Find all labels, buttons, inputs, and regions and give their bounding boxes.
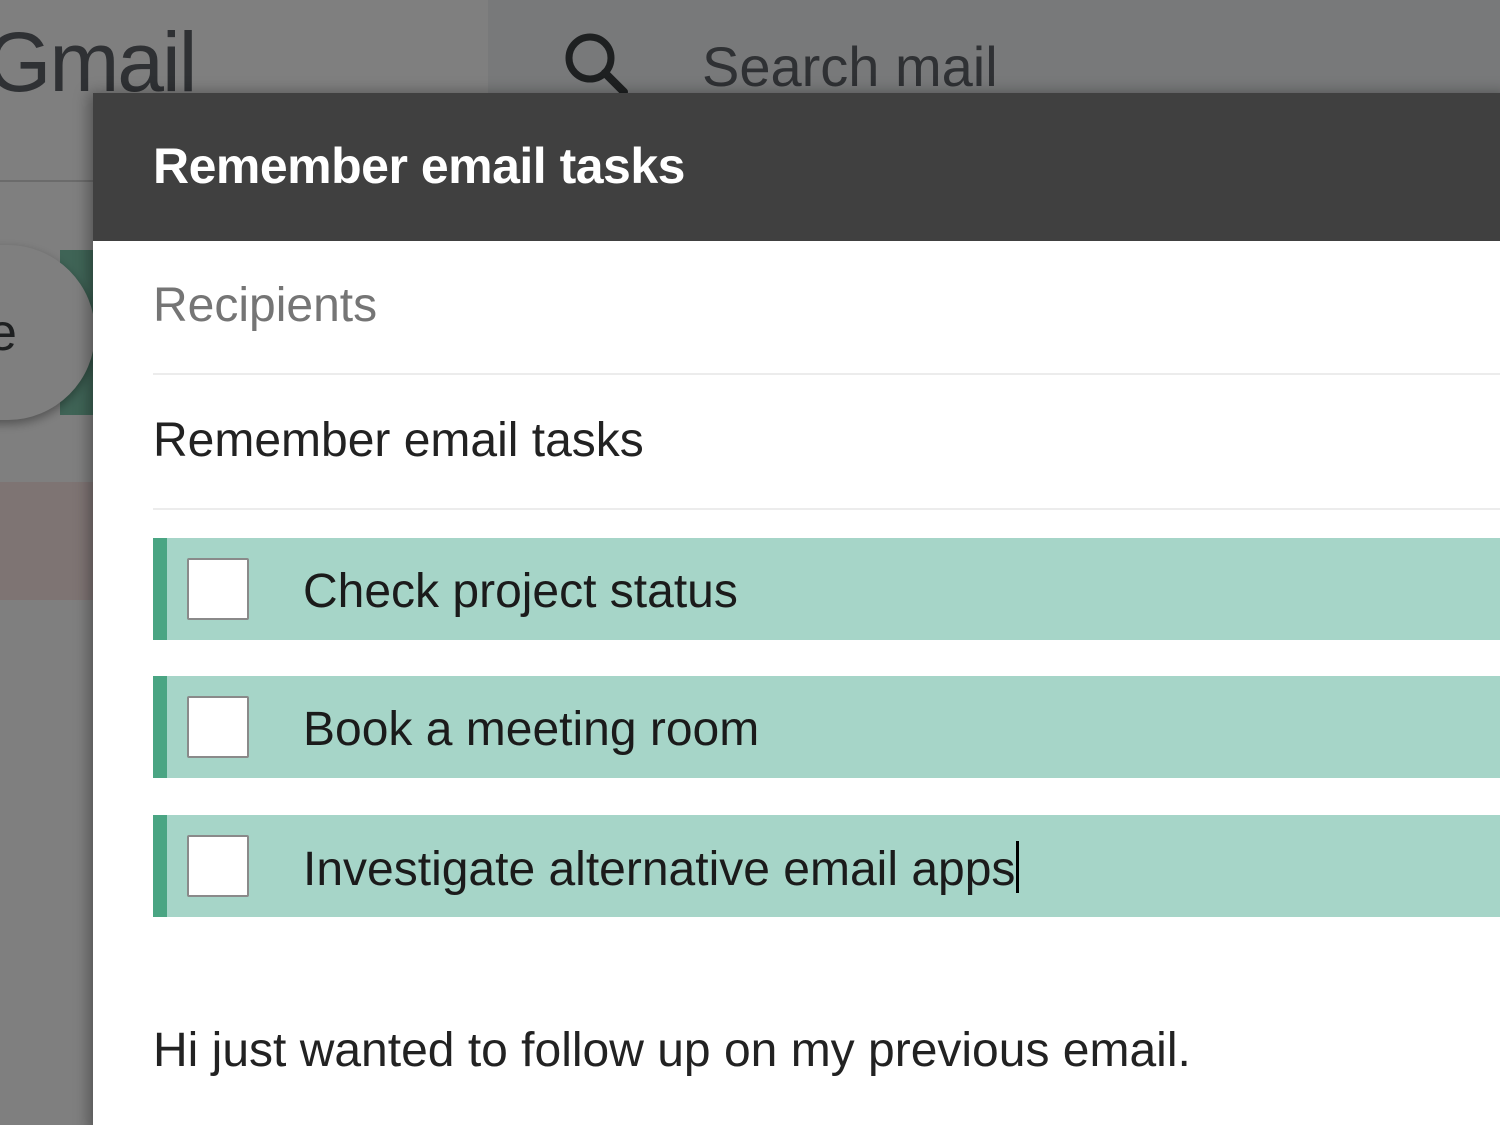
- task-label[interactable]: Check project status: [303, 564, 738, 619]
- compose-header: Remember email tasks: [93, 93, 1500, 241]
- task-label[interactable]: Book a meeting room: [303, 702, 759, 757]
- screen: Gmail Search mail e Remember email tasks…: [0, 0, 1500, 1125]
- compose-title: Remember email tasks: [153, 138, 685, 194]
- task-item[interactable]: Check project status: [153, 538, 1500, 640]
- divider: [153, 508, 1500, 510]
- task-item[interactable]: Book a meeting room: [153, 676, 1500, 778]
- task-item[interactable]: Investigate alternative email apps: [153, 815, 1500, 917]
- compose-dialog: Remember email tasks Recipients Remember…: [93, 93, 1500, 1125]
- subject-field[interactable]: Remember email tasks: [153, 413, 1500, 468]
- text-cursor: [1016, 841, 1020, 893]
- task-checkbox[interactable]: [187, 696, 249, 758]
- divider: [153, 373, 1500, 375]
- task-checkbox[interactable]: [187, 558, 249, 620]
- task-label-active[interactable]: Investigate alternative email apps: [303, 841, 1020, 897]
- recipients-field[interactable]: Recipients: [153, 278, 1500, 333]
- task-label-text: Investigate alternative email apps: [303, 843, 1016, 896]
- message-body[interactable]: Hi just wanted to follow up on my previo…: [153, 1023, 1191, 1078]
- task-checkbox[interactable]: [187, 835, 249, 897]
